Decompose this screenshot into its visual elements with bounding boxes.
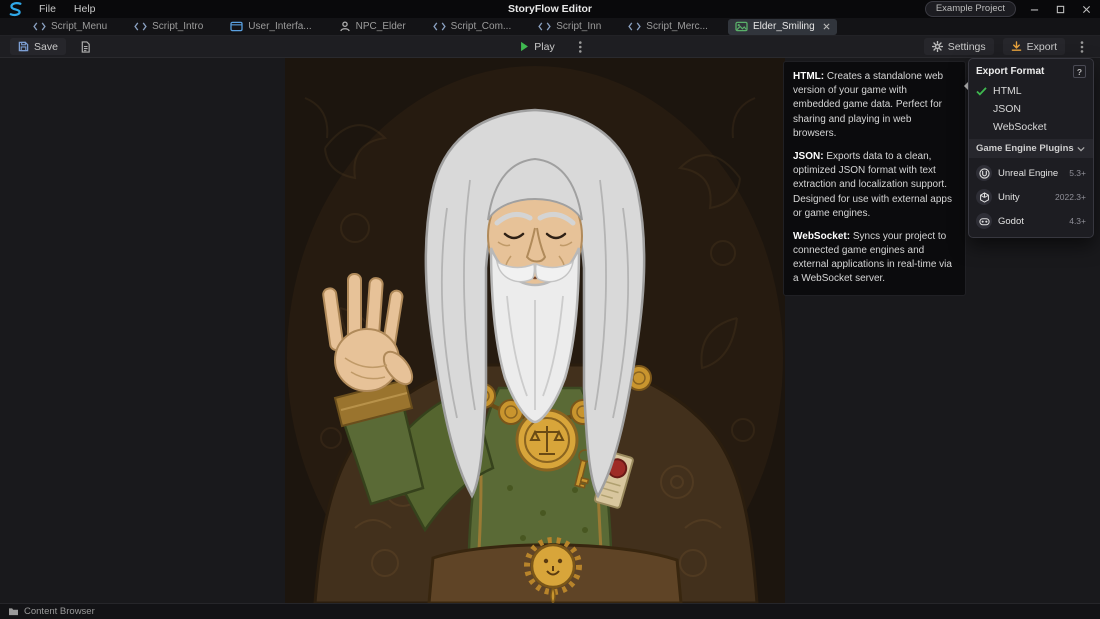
close-button[interactable] [1078,1,1094,17]
export-menu: Export Format ? HTML JSON WebSocket Game… [968,58,1094,238]
export-format-html[interactable]: HTML [969,82,1093,100]
download-icon [1011,41,1022,52]
statusbar-content-browser[interactable]: Content Browser [0,603,1100,619]
tab-script-com[interactable]: Script_Com... [426,19,519,35]
menu-help[interactable]: Help [65,0,105,18]
play-icon [519,41,529,52]
minimize-button[interactable] [1026,1,1042,17]
tab-elder-smiling[interactable]: Elder_Smiling [728,19,837,35]
project-badge[interactable]: Example Project [925,1,1016,17]
character-preview [285,58,785,603]
gear-icon [932,41,943,52]
settings-button[interactable]: Settings [924,38,994,55]
plugin-unity[interactable]: Unity 2022.3+ [969,185,1093,209]
code-icon [628,22,641,31]
tab-npc-elder[interactable]: NPC_Elder [332,19,413,35]
kebab-menu-icon [1080,41,1084,53]
play-options-kebab[interactable] [573,38,589,55]
tab-script-menu[interactable]: Script_Menu [26,19,114,35]
check-icon [976,86,988,96]
chevron-down-icon [1077,146,1085,152]
code-icon [433,22,446,31]
code-icon [134,22,147,31]
export-format-json[interactable]: JSON [969,100,1093,118]
export-format-header: Export Format ? [969,62,1093,82]
tab-user-interface[interactable]: User_Interfa... [223,19,318,35]
export-help-tooltip: HTML: Creates a standalone web version o… [783,61,966,296]
folder-icon [8,607,19,616]
image-icon [735,21,748,32]
play-button[interactable]: Play [511,38,562,55]
help-button[interactable]: ? [1073,65,1086,78]
editor-canvas: HTML: Creates a standalone web version o… [0,58,1100,603]
new-document-button[interactable] [78,38,94,55]
tab-script-merc[interactable]: Script_Merc... [621,19,715,35]
tab-script-inn[interactable]: Script_Inn [531,19,608,35]
more-options-kebab[interactable] [1074,38,1090,55]
person-icon [339,21,351,32]
save-icon [18,41,29,52]
tooltip-json-section: JSON: Exports data to a clean, optimized… [793,150,956,221]
tab-script-intro[interactable]: Script_Intro [127,19,210,35]
game-engine-plugins-header[interactable]: Game Engine Plugins [969,139,1093,158]
plugin-unreal-engine[interactable]: Unreal Engine 5.3+ [969,161,1093,185]
export-button[interactable]: Export [1003,38,1065,55]
tab-close-icon[interactable] [823,23,830,30]
export-format-websocket[interactable]: WebSocket [969,118,1093,136]
window-icon [230,21,243,32]
kebab-menu-icon [579,41,583,53]
unity-icon [976,189,992,205]
save-button[interactable]: Save [10,38,66,55]
titlebar: File Help StoryFlow Editor Example Proje… [0,0,1100,18]
godot-icon [976,213,992,229]
toolbar: Save Play Settings Export [0,36,1100,58]
tab-bar: Script_Menu Script_Intro User_Interfa...… [0,18,1100,36]
storyflow-logo-icon [6,1,26,17]
tooltip-websocket-section: WebSocket: Syncs your project to connect… [793,230,956,287]
code-icon [33,22,46,31]
unreal-engine-icon [976,165,992,181]
document-icon [80,41,91,53]
tooltip-html-section: HTML: Creates a standalone web version o… [793,70,956,141]
elder-illustration [285,58,785,603]
menu-file[interactable]: File [30,0,65,18]
code-icon [538,22,551,31]
storyflow-editor-window: File Help StoryFlow Editor Example Proje… [0,0,1100,619]
plugin-godot[interactable]: Godot 4.3+ [969,209,1093,233]
maximize-button[interactable] [1052,1,1068,17]
